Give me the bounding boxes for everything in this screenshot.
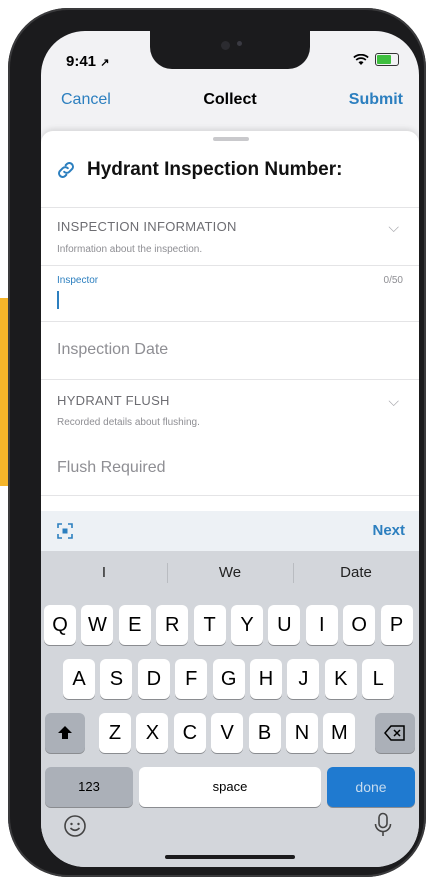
divider	[41, 379, 419, 380]
key-w[interactable]: W	[81, 605, 114, 645]
scan-icon[interactable]	[57, 523, 73, 539]
divider	[41, 321, 419, 322]
keyboard: I We Date QWERTYUIOP ASDFGHJKL Z X C V B…	[41, 551, 419, 867]
key-e[interactable]: E	[118, 605, 151, 645]
text-cursor	[57, 291, 59, 309]
delete-key[interactable]	[375, 713, 415, 753]
camera-icon	[221, 41, 230, 50]
location-arrow-icon: ↗	[100, 57, 110, 69]
key-h[interactable]: H	[250, 659, 282, 699]
key-d[interactable]: D	[137, 659, 170, 699]
key-n[interactable]: N	[286, 713, 318, 753]
key-row-1: QWERTYUIOP	[41, 605, 419, 647]
key-m[interactable]: M	[323, 713, 356, 753]
chevron-down-icon[interactable]: ⌵	[388, 393, 399, 410]
key-a[interactable]: A	[63, 659, 95, 699]
inspection-date-field[interactable]: Inspection Date	[57, 341, 168, 359]
keyboard-bottom-bar	[41, 806, 419, 846]
form-sheet: Hydrant Inspection Number: INSPECTION IN…	[41, 131, 419, 511]
key-k[interactable]: K	[324, 659, 357, 699]
status-bar: 9:41 ↗	[41, 53, 419, 77]
key-l[interactable]: L	[362, 659, 395, 699]
key-o[interactable]: O	[343, 605, 376, 645]
suggestion-item[interactable]: I	[41, 551, 167, 595]
key-s[interactable]: S	[100, 659, 133, 699]
sheet-grabber[interactable]	[213, 137, 249, 141]
shift-key[interactable]	[45, 713, 85, 753]
key-z[interactable]: Z	[99, 713, 131, 753]
shift-icon	[58, 726, 72, 739]
key-x[interactable]: X	[136, 713, 169, 753]
link-icon	[58, 162, 74, 178]
section-heading: INSPECTION INFORMATION	[57, 219, 237, 234]
key-j[interactable]: J	[287, 659, 320, 699]
suggestion-item[interactable]: Date	[293, 551, 419, 595]
key-f[interactable]: F	[175, 659, 208, 699]
section-heading: HYDRANT FLUSH	[57, 393, 170, 408]
status-time: 9:41 ↗	[66, 53, 109, 70]
space-key[interactable]: space	[139, 767, 321, 807]
home-indicator	[165, 855, 295, 859]
key-q[interactable]: Q	[44, 605, 76, 645]
divider	[41, 207, 419, 208]
key-y[interactable]: Y	[231, 605, 263, 645]
phone-frame: 9:41 ↗ Cancel Collect Submit Hydrant Ins…	[8, 8, 426, 877]
divider	[41, 495, 419, 496]
wifi-icon	[353, 53, 369, 65]
key-v[interactable]: V	[211, 713, 244, 753]
suggestion-item[interactable]: We	[167, 551, 293, 595]
character-counter: 0/50	[383, 275, 403, 286]
section-description: Information about the inspection.	[57, 244, 203, 255]
form-title: Hydrant Inspection Number:	[55, 159, 342, 181]
divider	[41, 265, 419, 266]
form-title-text: Hydrant Inspection Number:	[87, 159, 343, 180]
key-g[interactable]: G	[212, 659, 245, 699]
key-t[interactable]: T	[193, 605, 226, 645]
status-icons	[353, 53, 399, 66]
nav-bar: Cancel Collect Submit	[41, 91, 419, 119]
numbers-key[interactable]: 123	[45, 767, 133, 807]
backspace-icon	[384, 725, 405, 741]
keyboard-toolbar: Next	[41, 511, 419, 551]
key-p[interactable]: P	[380, 605, 413, 645]
next-button[interactable]: Next	[372, 522, 405, 539]
microphone-icon[interactable]	[373, 812, 393, 838]
sensor-icon	[237, 41, 242, 46]
inspector-label: Inspector	[57, 275, 99, 286]
key-c[interactable]: C	[173, 713, 206, 753]
key-i[interactable]: I	[305, 605, 338, 645]
suggestion-bar: I We Date	[41, 551, 419, 595]
key-row-4: 123 space done	[41, 767, 419, 809]
section-description: Recorded details about flushing.	[57, 417, 200, 428]
battery-icon	[375, 53, 399, 66]
key-u[interactable]: U	[268, 605, 301, 645]
submit-button[interactable]: Submit	[349, 91, 403, 109]
key-b[interactable]: B	[248, 713, 281, 753]
flush-required-field[interactable]: Flush Required	[57, 459, 166, 477]
status-time-text: 9:41	[66, 53, 97, 70]
phone-screen: 9:41 ↗ Cancel Collect Submit Hydrant Ins…	[41, 31, 419, 867]
emoji-icon[interactable]	[63, 814, 87, 838]
key-row-2: ASDFGHJKL	[41, 659, 419, 701]
key-r[interactable]: R	[156, 605, 189, 645]
key-row-3: ZXCVBNM	[41, 713, 419, 755]
chevron-down-icon[interactable]: ⌵	[388, 219, 399, 236]
done-key[interactable]: done	[327, 767, 415, 807]
